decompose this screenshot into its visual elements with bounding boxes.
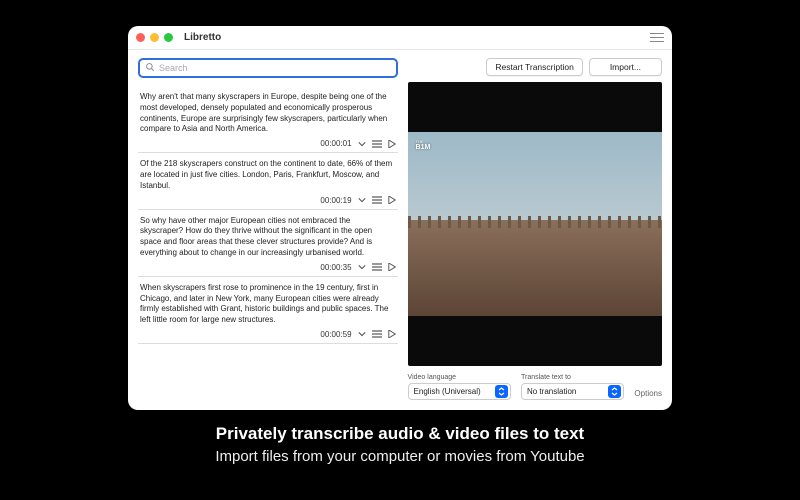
- segment-footer: 00:00:59: [140, 330, 396, 339]
- fullscreen-icon[interactable]: [164, 33, 173, 42]
- translate-value: No translation: [527, 387, 576, 396]
- segment-menu-icon[interactable]: [372, 196, 382, 204]
- video-language-select[interactable]: English (Universal): [408, 383, 511, 400]
- chevron-updown-icon: [608, 385, 621, 398]
- segment-timestamp: 00:00:59: [320, 330, 351, 339]
- segment-menu-icon[interactable]: [372, 263, 382, 271]
- chevron-down-icon[interactable]: [358, 263, 366, 271]
- segment-timestamp: 00:00:19: [320, 196, 351, 205]
- options-link[interactable]: Options: [634, 389, 662, 400]
- video-language-label: Video language: [408, 374, 511, 381]
- segment-timestamp: 00:00:01: [320, 139, 351, 148]
- transcript-pane: Why aren't that many skyscrapers in Euro…: [138, 58, 398, 400]
- transcript-segment[interactable]: Of the 218 skyscrapers construct on the …: [138, 153, 398, 209]
- translate-label: Translate text to: [521, 374, 624, 381]
- tagline-line-2: Import files from your computer or movie…: [0, 448, 800, 465]
- transcript-segment[interactable]: When skyscrapers first rose to prominenc…: [138, 277, 398, 344]
- segment-text: When skyscrapers first rose to prominenc…: [140, 283, 396, 326]
- segment-footer: 00:00:35: [140, 263, 396, 272]
- restart-transcription-button[interactable]: Restart Transcription: [486, 58, 582, 76]
- toolbar: Restart Transcription Import...: [408, 58, 662, 76]
- video-preview[interactable]: THE B1M: [408, 82, 662, 366]
- chevron-down-icon[interactable]: [358, 330, 366, 338]
- close-icon[interactable]: [136, 33, 145, 42]
- video-watermark: THE B1M: [416, 140, 431, 152]
- segment-text: So why have other major European cities …: [140, 216, 396, 259]
- window-controls: [136, 33, 173, 42]
- window-body: Why aren't that many skyscrapers in Euro…: [128, 50, 672, 410]
- segment-text: Why aren't that many skyscrapers in Euro…: [140, 92, 396, 135]
- marketing-tagline: Privately transcribe audio & video files…: [0, 424, 800, 465]
- play-icon[interactable]: [388, 140, 396, 148]
- segment-timestamp: 00:00:35: [320, 263, 351, 272]
- app-title: Libretto: [184, 32, 221, 43]
- titlebar: Libretto: [128, 26, 672, 50]
- play-icon[interactable]: [388, 196, 396, 204]
- segment-menu-icon[interactable]: [372, 330, 382, 338]
- search-icon: [145, 59, 155, 77]
- search-input[interactable]: [159, 63, 391, 73]
- video-language-value: English (Universal): [414, 387, 481, 396]
- import-button[interactable]: Import...: [589, 58, 662, 76]
- app-window: Libretto Why aren't that many skyscraper…: [128, 26, 672, 410]
- transcript-segment[interactable]: Why aren't that many skyscrapers in Euro…: [138, 86, 398, 153]
- play-icon[interactable]: [388, 263, 396, 271]
- translate-field: Translate text to No translation: [521, 374, 624, 400]
- chevron-down-icon[interactable]: [358, 140, 366, 148]
- segment-footer: 00:00:01: [140, 139, 396, 148]
- tagline-line-1: Privately transcribe audio & video files…: [0, 424, 800, 444]
- search-field[interactable]: [138, 58, 398, 78]
- transcript-segment[interactable]: So why have other major European cities …: [138, 210, 398, 277]
- transcript-list: Why aren't that many skyscrapers in Euro…: [138, 86, 398, 400]
- play-icon[interactable]: [388, 330, 396, 338]
- minimize-icon[interactable]: [150, 33, 159, 42]
- chevron-down-icon[interactable]: [358, 196, 366, 204]
- video-language-field: Video language English (Universal): [408, 374, 511, 400]
- video-frame: [408, 132, 662, 316]
- translate-select[interactable]: No translation: [521, 383, 624, 400]
- media-pane: Restart Transcription Import... THE B1M …: [408, 58, 662, 400]
- segment-footer: 00:00:19: [140, 196, 396, 205]
- menu-icon[interactable]: [650, 33, 664, 43]
- chevron-updown-icon: [495, 385, 508, 398]
- segment-text: Of the 218 skyscrapers construct on the …: [140, 159, 396, 191]
- settings-row: Video language English (Universal) Trans…: [408, 374, 662, 400]
- segment-menu-icon[interactable]: [372, 140, 382, 148]
